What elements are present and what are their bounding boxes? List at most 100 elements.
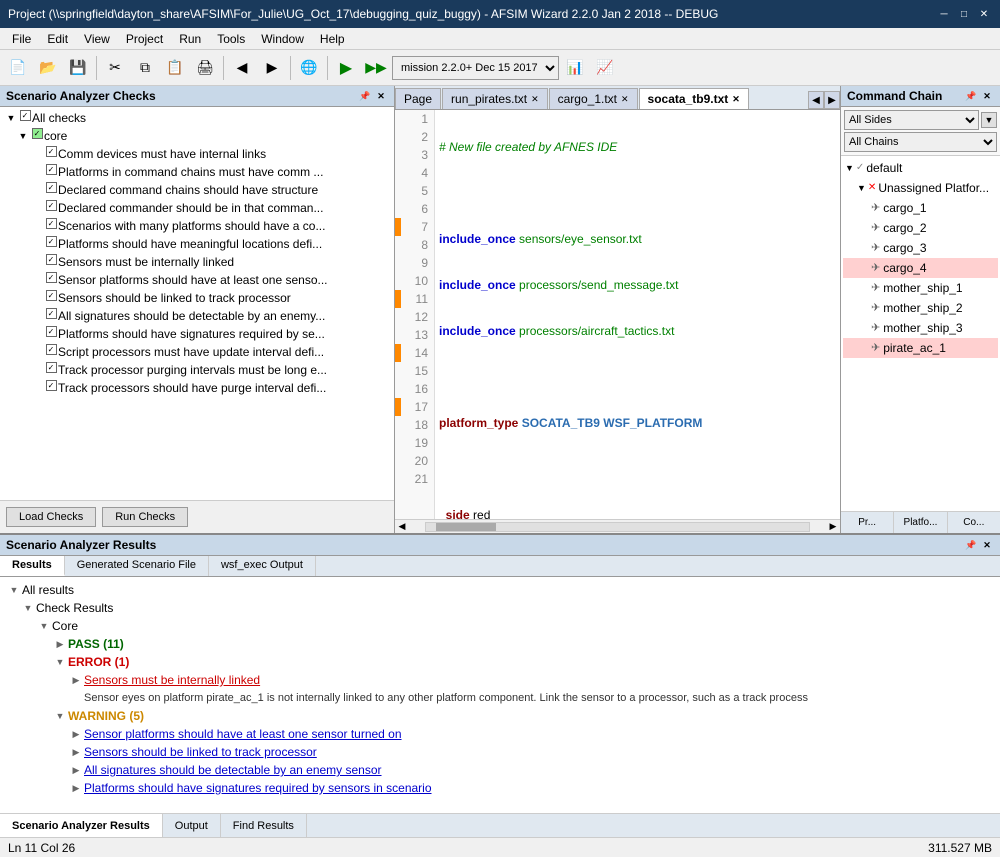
expand-icon[interactable]: ▼ xyxy=(52,707,68,725)
result-tree-item[interactable]: ▶ All signatures should be detectable by… xyxy=(4,761,996,779)
result-tree-item[interactable]: ▶ Sensor platforms should have at least … xyxy=(4,725,996,743)
tab-run-pirates[interactable]: run_pirates.txt ✕ xyxy=(442,88,548,109)
sides-expand-btn[interactable]: ▼ xyxy=(981,112,997,128)
graph-button[interactable]: 📈 xyxy=(591,54,619,82)
save-button[interactable]: 💾 xyxy=(64,54,92,82)
chain-item[interactable]: ✈ cargo_3 xyxy=(843,238,998,258)
expand-icon[interactable]: ▶ xyxy=(68,725,84,743)
load-checks-button[interactable]: Load Checks xyxy=(6,507,96,527)
expand-icon[interactable]: ▼ xyxy=(20,599,36,617)
chain-item[interactable]: ✈ cargo_1 xyxy=(843,198,998,218)
chain-footer-platfo[interactable]: Platfo... xyxy=(894,512,947,533)
chain-item[interactable]: ✈ pirate_ac_1 xyxy=(843,338,998,358)
list-item[interactable]: ✓ Sensor platforms should have at least … xyxy=(2,271,392,289)
menu-run[interactable]: Run xyxy=(171,30,209,48)
tab-close-icon[interactable]: ✕ xyxy=(621,94,629,105)
list-item[interactable]: ✓ Sensors must be internally linked xyxy=(2,253,392,271)
minimize-button[interactable]: ─ xyxy=(936,7,952,21)
result-tree-item[interactable]: ▶ Platforms should have signatures requi… xyxy=(4,779,996,797)
tab-cargo1[interactable]: cargo_1.txt ✕ xyxy=(549,88,638,109)
menu-project[interactable]: Project xyxy=(118,30,171,48)
status-tab-scenario[interactable]: Scenario Analyzer Results xyxy=(0,814,163,837)
expand-icon[interactable]: ▼ xyxy=(16,128,30,144)
chain-footer-co[interactable]: Co... xyxy=(948,512,1000,533)
menu-tools[interactable]: Tools xyxy=(209,30,253,48)
expand-icon[interactable]: ▶ xyxy=(68,743,84,761)
chain-item[interactable]: ✈ mother_ship_2 xyxy=(843,298,998,318)
tab-nav-left[interactable]: ◀ xyxy=(808,91,824,109)
chain-item[interactable]: ✈ cargo_4 xyxy=(843,258,998,278)
expand-icon[interactable]: ▼ xyxy=(6,581,22,599)
expand-icon[interactable]: ▶ xyxy=(68,761,84,779)
list-item[interactable]: ✓ Declared command chains should have st… xyxy=(2,181,392,199)
list-item[interactable]: ✓ Comm devices must have internal links xyxy=(2,145,392,163)
result-tree-item[interactable]: ▼ All results xyxy=(4,581,996,599)
close-button[interactable]: ✕ xyxy=(976,7,992,21)
expand-icon[interactable]: ▶ xyxy=(68,779,84,797)
mission-select[interactable]: mission 2.2.0+ Dec 15 2017 xyxy=(392,56,559,80)
panel-close-icon[interactable]: ✕ xyxy=(980,538,994,552)
chain-item[interactable]: ▼ ✓ default xyxy=(843,158,998,178)
panel-close-icon[interactable]: ✕ xyxy=(980,89,994,103)
result-tree-item[interactable]: ▼ Check Results xyxy=(4,599,996,617)
list-item[interactable]: ✓ Platforms should have signatures requi… xyxy=(2,325,392,343)
run-checks-button[interactable]: Run Checks xyxy=(102,507,188,527)
scrollbar-track[interactable] xyxy=(425,522,810,532)
list-item[interactable]: ✓ Sensors should be linked to track proc… xyxy=(2,289,392,307)
list-item[interactable]: ▼ ✓ All checks xyxy=(2,109,392,127)
tab-generated-scenario[interactable]: Generated Scenario File xyxy=(65,556,209,576)
list-item[interactable]: ✓ Script processors must have update int… xyxy=(2,343,392,361)
menu-view[interactable]: View xyxy=(76,30,118,48)
list-item[interactable]: ✓ Declared commander should be in that c… xyxy=(2,199,392,217)
list-item[interactable]: ✓ Track processors should have purge int… xyxy=(2,379,392,397)
back-button[interactable]: ◀ xyxy=(228,54,256,82)
tab-results[interactable]: Results xyxy=(0,556,65,576)
chain-footer-pr[interactable]: Pr... xyxy=(841,512,894,533)
list-item[interactable]: ✓ Track processor purging intervals must… xyxy=(2,361,392,379)
list-item[interactable]: ✓ All signatures should be detectable by… xyxy=(2,307,392,325)
tab-socata[interactable]: socata_tb9.txt ✕ xyxy=(639,88,749,109)
menu-edit[interactable]: Edit xyxy=(39,30,76,48)
globe-button[interactable]: 🌐 xyxy=(295,54,323,82)
result-tree-item[interactable]: ▶ Sensors must be internally linked xyxy=(4,671,996,689)
chain-item[interactable]: ✈ mother_ship_1 xyxy=(843,278,998,298)
tab-nav-right[interactable]: ▶ xyxy=(824,91,840,109)
status-tab-find[interactable]: Find Results xyxy=(221,814,307,837)
sides-select[interactable]: All Sides xyxy=(844,110,979,130)
tab-close-icon[interactable]: ✕ xyxy=(531,94,539,105)
tab-wsf-exec[interactable]: wsf_exec Output xyxy=(209,556,316,576)
paste-button[interactable]: 📋 xyxy=(161,54,189,82)
result-tree-item[interactable]: ▶ Sensors should be linked to track proc… xyxy=(4,743,996,761)
expand-icon[interactable]: ▼ xyxy=(4,110,18,126)
panel-pin-icon[interactable]: 📌 xyxy=(964,538,978,552)
result-tree-item[interactable]: ▼ Core xyxy=(4,617,996,635)
tab-close-icon[interactable]: ✕ xyxy=(732,94,740,105)
list-item[interactable]: ▼ ✓ core xyxy=(2,127,392,145)
list-item[interactable]: ✓ Scenarios with many platforms should h… xyxy=(2,217,392,235)
chart-button[interactable]: 📊 xyxy=(561,54,589,82)
scroll-left-btn[interactable]: ◀ xyxy=(395,520,409,534)
cut-button[interactable]: ✂ xyxy=(101,54,129,82)
scroll-right-btn[interactable]: ▶ xyxy=(826,520,840,534)
code-area[interactable]: 1 2 3 4 5 6 7 8 9 10 11 xyxy=(395,110,840,519)
step-button[interactable]: ▶▶ xyxy=(362,54,390,82)
chains-select[interactable]: All Chains xyxy=(844,132,997,152)
new-button[interactable]: 📄 xyxy=(4,54,32,82)
scrollbar-thumb[interactable] xyxy=(436,523,496,531)
expand-icon[interactable]: ▶ xyxy=(52,635,68,653)
menu-help[interactable]: Help xyxy=(312,30,353,48)
result-tree-item[interactable]: ▼ ERROR (1) xyxy=(4,653,996,671)
panel-close-icon[interactable]: ✕ xyxy=(374,89,388,103)
expand-icon[interactable]: ▼ xyxy=(52,653,68,671)
code-scrollbar-h[interactable]: ◀ ▶ xyxy=(395,519,840,533)
list-item[interactable]: ✓ Platforms in command chains must have … xyxy=(2,163,392,181)
expand-icon[interactable]: ▶ xyxy=(68,671,84,689)
chain-item[interactable]: ✈ mother_ship_3 xyxy=(843,318,998,338)
list-item[interactable]: ✓ Platforms should have meaningful locat… xyxy=(2,235,392,253)
tab-page[interactable]: Page xyxy=(395,88,441,109)
forward-button[interactable]: ▶ xyxy=(258,54,286,82)
play-button[interactable]: ▶ xyxy=(332,54,360,82)
menu-file[interactable]: File xyxy=(4,30,39,48)
result-tree-item[interactable]: ▶ PASS (11) xyxy=(4,635,996,653)
panel-pin-icon[interactable]: 📌 xyxy=(358,89,372,103)
